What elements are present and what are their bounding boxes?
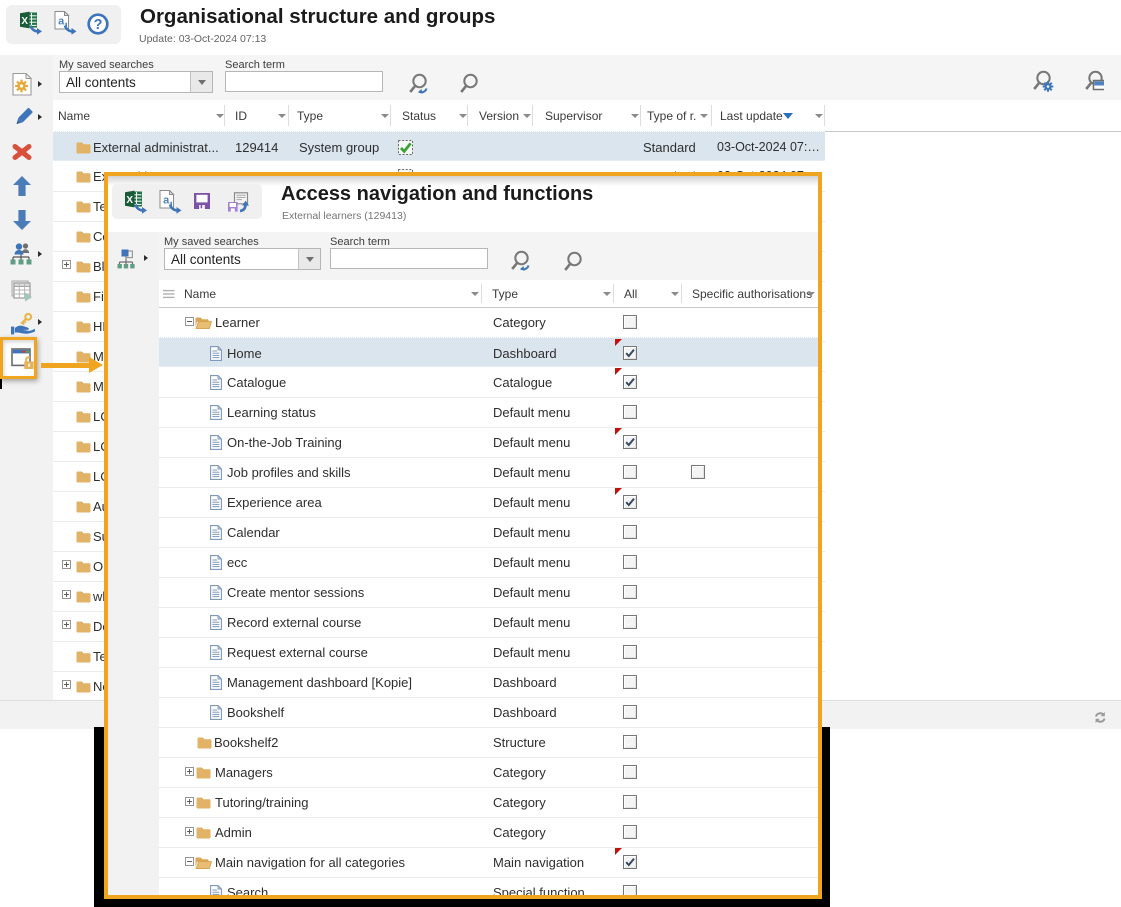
- svg-text:X: X: [21, 16, 28, 27]
- svg-text:a: a: [163, 195, 170, 207]
- svg-text:?: ?: [94, 17, 103, 33]
- svg-text:a: a: [58, 16, 65, 28]
- svg-text:X: X: [126, 195, 133, 206]
